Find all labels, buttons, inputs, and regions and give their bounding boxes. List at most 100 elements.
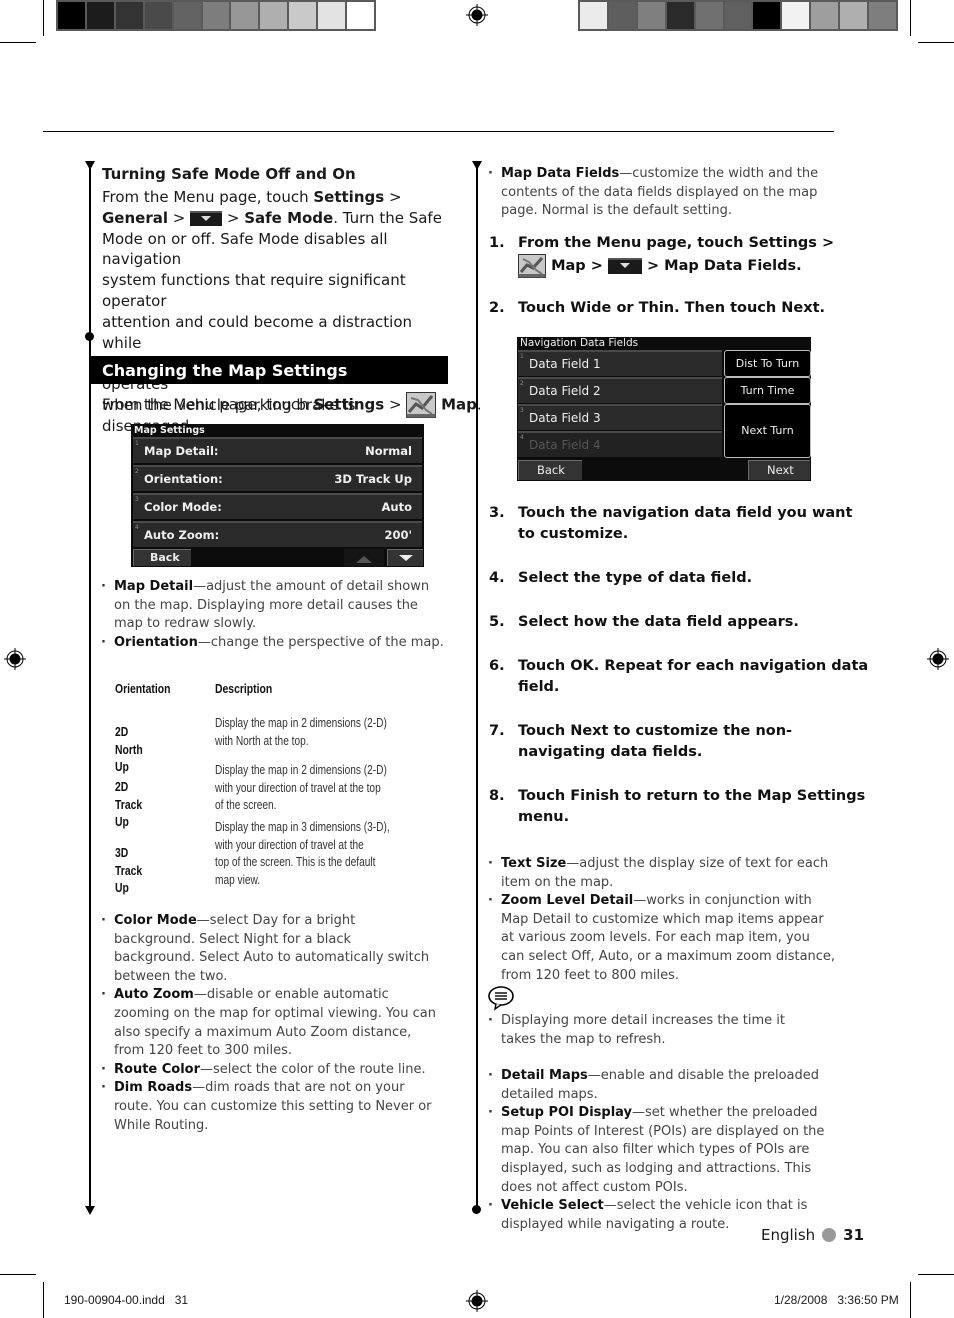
text-line: with North at the top. <box>215 732 309 748</box>
color-swatch <box>115 2 143 29</box>
crop-mark <box>918 42 954 43</box>
note-text: Displaying more detail increases the tim… <box>488 1012 818 1049</box>
step-text: navigating data fields. <box>518 744 703 760</box>
row-index: 4 <box>135 524 139 531</box>
footer-dot-icon <box>822 1228 837 1242</box>
data-field-4[interactable]: 4 Data Field 4 <box>518 431 722 457</box>
color-swatch <box>695 2 723 29</box>
color-swatch <box>666 2 694 29</box>
crop-mark <box>910 1282 911 1318</box>
text: > <box>384 188 402 206</box>
option-dist-to-turn[interactable]: Dist To Turn <box>724 350 811 377</box>
row-index: 1 <box>520 353 524 360</box>
option-turn-time[interactable]: Turn Time <box>724 377 811 404</box>
term: Auto Zoom <box>114 987 194 1003</box>
bullet-map-detail: Map Detail—adjust the amount of detail s… <box>101 578 446 634</box>
column-rule <box>89 165 91 1210</box>
scroll-up-button[interactable] <box>344 549 384 566</box>
text-settings: Settings <box>313 188 385 206</box>
scroll-down-button-icon <box>190 210 223 226</box>
navigation-data-fields-screenshot: Navigation Data Fields 1 Data Field 1 2 … <box>517 337 811 481</box>
row-label: Orientation: <box>144 472 223 486</box>
row-index: 3 <box>520 407 524 414</box>
setting-row-color-mode[interactable]: 3 Color Mode: Auto <box>133 493 422 519</box>
row-index: 1 <box>135 440 139 447</box>
step-text: Touch Next to customize the non- <box>518 723 793 739</box>
setting-row-map-detail[interactable]: 1 Map Detail: Normal <box>133 437 422 463</box>
text-line: Display the map in 3 dimensions (3-D), <box>215 819 390 834</box>
data-field-3[interactable]: 3 Data Field 3 <box>518 404 722 430</box>
next-button[interactable]: Next <box>748 460 810 480</box>
map-settings-screenshot: Map Settings 1 Map Detail: Normal 2 Orie… <box>131 424 424 567</box>
crop-mark <box>0 42 36 43</box>
map-settings-icon <box>406 392 437 418</box>
text: . <box>476 395 482 414</box>
note-list: Displaying more detail increases the tim… <box>488 1012 818 1049</box>
text-line: Display the map in 2 dimensions (2-D) <box>215 762 387 777</box>
step-number: 5. <box>489 614 505 630</box>
data-field-2[interactable]: 2 Data Field 2 <box>518 377 722 403</box>
color-swatch <box>318 2 346 29</box>
term: Detail Maps <box>501 1068 588 1083</box>
text: > Map Data Fields. <box>646 258 802 274</box>
color-swatch <box>173 2 201 29</box>
step-number: 1. <box>489 235 505 251</box>
row-index: 4 <box>520 434 524 441</box>
table-cell-name: 3D Track Up <box>115 845 143 895</box>
setting-row-orientation[interactable]: 2 Orientation: 3D Track Up <box>133 465 422 491</box>
table-header: Description <box>215 681 273 696</box>
row-label: Map Detail: <box>144 444 219 458</box>
text-line: system functions that require significan… <box>102 271 406 310</box>
bullet-map-data-fields: Map Data Fields—customize the width and … <box>488 165 828 221</box>
bullet-auto-zoom: Auto Zoom—disable or enable automatic zo… <box>101 986 436 1060</box>
back-button[interactable]: Back <box>133 549 191 566</box>
bullet-dim-roads: Dim Roads—dim roads that are not on your… <box>101 1079 436 1135</box>
step-number: 4. <box>489 570 505 586</box>
row-value: Auto <box>381 500 413 514</box>
scroll-down-button[interactable] <box>387 549 423 566</box>
safe-mode-title: Turning Safe Mode Off and On <box>102 165 356 183</box>
term: Text Size <box>501 856 567 871</box>
step-number: 2. <box>489 300 505 316</box>
bullet-list: Detail Maps—enable and disable the prelo… <box>488 1067 838 1234</box>
field-label: Data Field 4 <box>529 438 601 452</box>
bullet-color-mode: Color Mode—select Day for a bright backg… <box>101 912 436 986</box>
step-text: Touch Wide or Thin. Then touch Next. <box>518 300 826 316</box>
bullet-detail-maps: Detail Maps—enable and disable the prelo… <box>488 1067 838 1104</box>
text-map: Map <box>441 395 477 414</box>
screen-title: Navigation Data Fields <box>520 337 639 349</box>
text: —change the perspective of the map. <box>197 634 444 650</box>
text: > <box>384 395 407 414</box>
crop-mark <box>43 0 44 36</box>
bullet-route-color: Route Color—select the color of the rout… <box>101 1061 436 1080</box>
color-bar-right <box>578 0 898 31</box>
scroll-down-button-icon <box>607 258 642 274</box>
row-index: 2 <box>135 468 139 475</box>
page-number: 31 <box>843 1226 865 1244</box>
color-swatch <box>637 2 665 29</box>
text-line: top of the screen. This is the default <box>215 854 376 869</box>
setting-row-auto-zoom[interactable]: 4 Auto Zoom: 200' <box>133 521 422 547</box>
row-label: Auto Zoom: <box>144 528 220 542</box>
text-line: with your direction of travel at the top <box>215 779 381 795</box>
back-button[interactable]: Back <box>518 460 582 480</box>
back-label: Back <box>150 551 180 564</box>
color-swatch <box>144 2 172 29</box>
step-number: 7. <box>489 723 505 739</box>
option-next-turn[interactable]: Next Turn <box>724 404 811 458</box>
term: Orientation <box>114 634 198 650</box>
color-bar-left <box>56 0 376 31</box>
step-text: Select how the data field appears. <box>518 614 799 630</box>
term: Dim Roads <box>114 1080 193 1096</box>
color-swatch <box>260 2 288 29</box>
data-field-1[interactable]: 1 Data Field 1 <box>518 350 722 376</box>
text-safe-mode: Safe Mode <box>244 208 334 227</box>
text-general: General <box>102 208 168 227</box>
screen-title: Map Settings <box>134 425 205 436</box>
text: From the Menu page, touch <box>102 395 314 414</box>
text: —select the color of the route line. <box>200 1061 426 1077</box>
row-value: Normal <box>365 444 412 458</box>
map-settings-icon <box>518 254 546 278</box>
step-text: From the Menu page, touch Settings > <box>518 235 835 251</box>
row-label: Color Mode: <box>144 500 222 514</box>
